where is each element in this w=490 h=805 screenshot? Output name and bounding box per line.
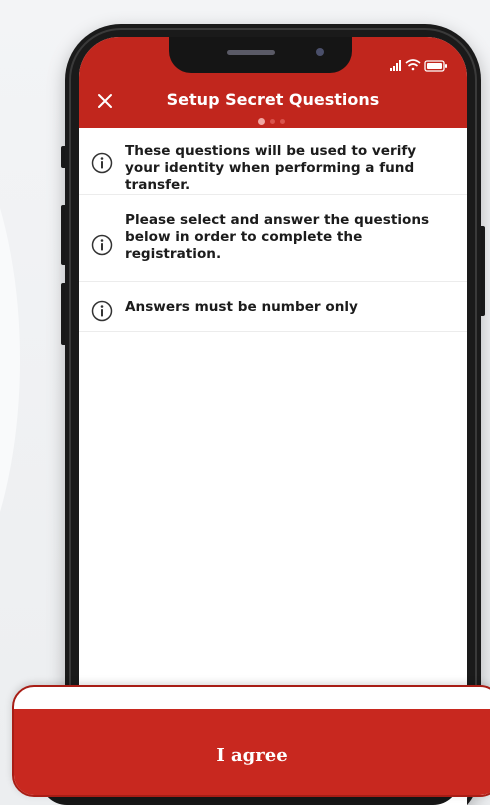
agree-button-label: I agree [216, 745, 288, 766]
info-text: These questions will be used to verify y… [125, 143, 417, 193]
page-dot-1 [258, 118, 265, 125]
info-icon [91, 300, 113, 322]
agree-button[interactable]: I agree [14, 709, 490, 795]
front-camera [316, 48, 324, 56]
app-header: Setup Secret Questions [79, 37, 467, 128]
info-item: Answers must be number only [79, 282, 467, 332]
battery-icon [424, 60, 447, 72]
page-indicator [256, 117, 296, 125]
info-list: These questions will be used to verify y… [79, 128, 467, 332]
info-text: Please select and answer the questions b… [125, 212, 430, 262]
info-item: These questions will be used to verify y… [79, 128, 467, 195]
signal-icon [390, 60, 401, 71]
speaker-grille [227, 50, 275, 55]
info-icon [91, 152, 113, 174]
wifi-icon [405, 59, 421, 71]
stage: Setup Secret Questions These questions w… [0, 0, 490, 805]
info-text: Answers must be number only [125, 299, 358, 315]
status-bar-icons [390, 57, 450, 72]
page-dot-2 [270, 119, 275, 124]
phone-notch [169, 37, 352, 73]
info-icon [91, 234, 113, 256]
background-arc [0, 80, 20, 640]
info-item: Please select and answer the questions b… [79, 195, 467, 282]
page-title: Setup Secret Questions [166, 90, 380, 109]
agree-card: I agree [12, 685, 490, 797]
page-dot-3 [280, 119, 285, 124]
